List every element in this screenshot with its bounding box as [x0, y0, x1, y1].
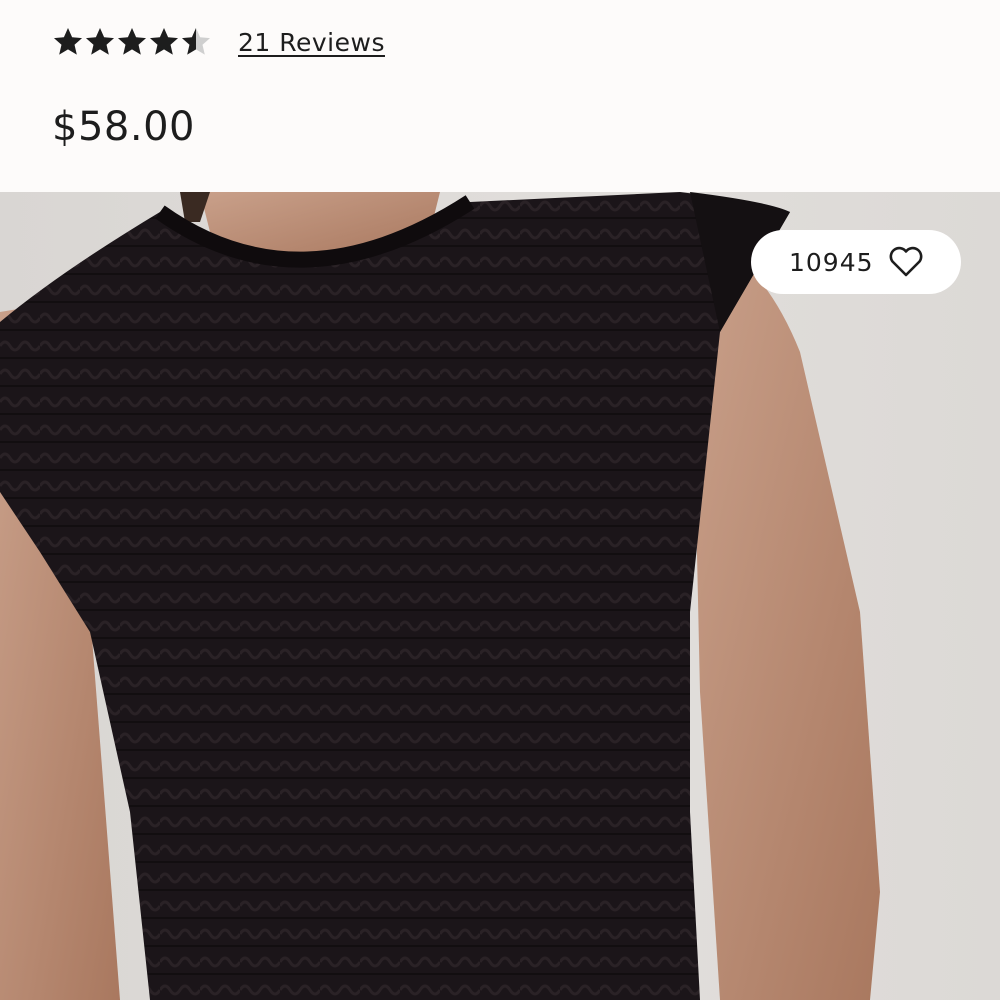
- star-icon: [86, 28, 114, 55]
- favorite-count: 10945: [789, 247, 874, 277]
- product-image[interactable]: [0, 192, 1000, 1000]
- star-icon: [182, 28, 210, 55]
- product-photo-art: [0, 192, 1000, 1000]
- product-summary-header: 21 Reviews $58.00: [0, 0, 1000, 192]
- rating-row: 21 Reviews: [52, 26, 385, 58]
- favorite-button[interactable]: 10945: [751, 230, 961, 294]
- star-icon: [54, 28, 82, 55]
- heart-outline-icon: [889, 246, 922, 277]
- star-icon: [150, 28, 178, 55]
- product-price: $58.00: [52, 104, 195, 150]
- reviews-link[interactable]: 21 Reviews: [238, 28, 385, 57]
- star-rating[interactable]: [52, 26, 212, 58]
- star-icon: [118, 28, 146, 55]
